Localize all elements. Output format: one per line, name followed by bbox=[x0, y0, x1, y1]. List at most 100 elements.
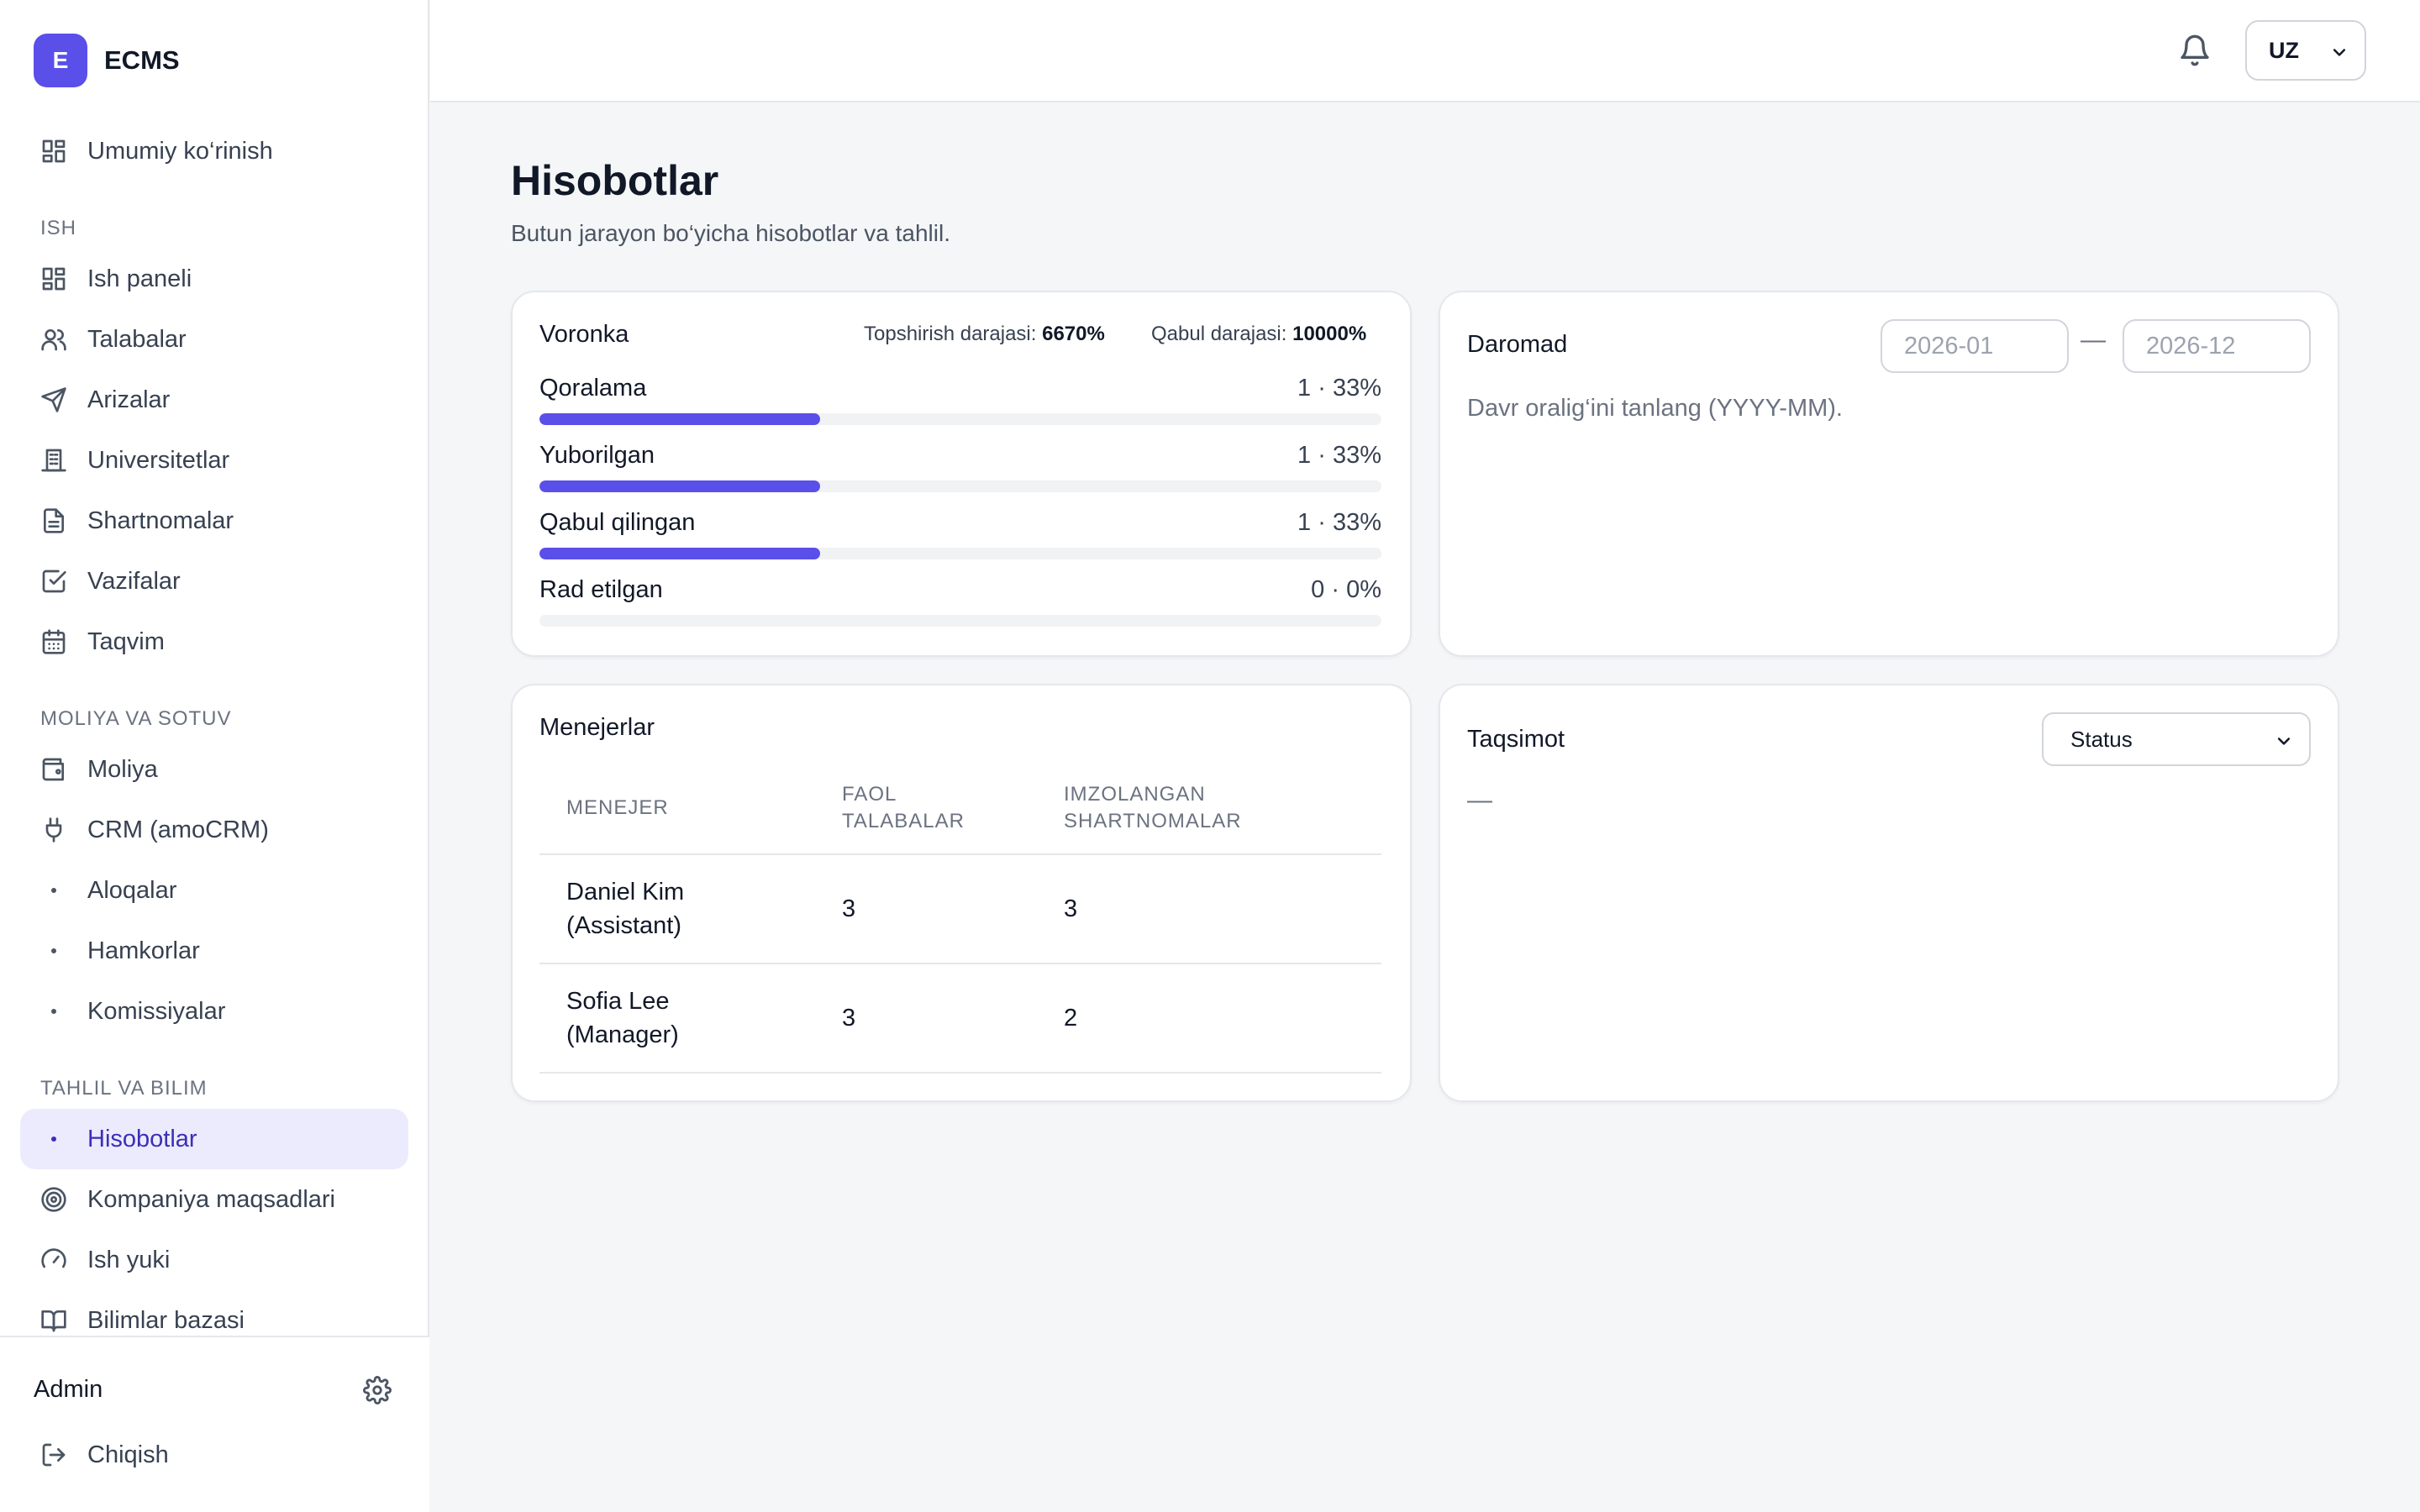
sidebar-item-crm[interactable]: CRM (amoCRM) bbox=[20, 800, 408, 860]
funnel-progress-fill bbox=[539, 413, 820, 425]
funnel-row-value: 1 · 33% bbox=[1297, 442, 1381, 469]
revenue-from-input[interactable]: 2026-01 bbox=[1881, 319, 2069, 373]
accept-rate-value: 10000% bbox=[1292, 323, 1367, 345]
section-label-work: ISH bbox=[40, 217, 77, 239]
sidebar-item-universities[interactable]: Universitetlar bbox=[20, 430, 408, 491]
grid-icon bbox=[40, 265, 67, 292]
brand-logo: E bbox=[34, 34, 87, 87]
funnel-progress-track bbox=[539, 480, 1381, 492]
sidebar-item-label: Aloqalar bbox=[87, 876, 177, 904]
revenue-hint: Davr oralig‘ini tanlang (YYYY-MM). bbox=[1467, 395, 1843, 422]
distribution-empty: — bbox=[1467, 786, 1492, 814]
funnel-progress-fill bbox=[539, 548, 820, 559]
table-header-signed-contracts: IMZOLANGAN SHARTNOMALAR bbox=[1064, 783, 1242, 832]
table-cell-manager: Sofia Lee (Manager) bbox=[566, 988, 679, 1048]
table-cell-active-students: 3 bbox=[842, 1005, 856, 1032]
page-subtitle: Butun jarayon bo‘yicha hisobotlar va tah… bbox=[511, 220, 950, 246]
language-value: UZ bbox=[2269, 37, 2299, 63]
sidebar-item-label: Bilimlar bazasi bbox=[87, 1306, 245, 1334]
sidebar-item-partners[interactable]: Hamkorlar bbox=[20, 921, 408, 981]
sidebar-item-label: Ish yuki bbox=[87, 1246, 171, 1273]
submit-rate-label: Topshirish darajasi: bbox=[864, 323, 1037, 345]
table-cell-signed-contracts: 2 bbox=[1064, 1005, 1078, 1032]
check-square-icon bbox=[40, 568, 67, 595]
date-range-separator: — bbox=[2081, 326, 2106, 354]
funnel-row-label: Qabul qilingan bbox=[539, 509, 696, 536]
sidebar-item-students[interactable]: Talabalar bbox=[20, 309, 408, 370]
sidebar-item-label: Hamkorlar bbox=[87, 937, 200, 964]
sidebar-item-label: Umumiy ko‘rinish bbox=[87, 137, 273, 165]
brand[interactable]: E ECMS bbox=[34, 34, 180, 87]
submit-rate: Topshirish darajasi: 6670% bbox=[864, 323, 1105, 346]
section-label-analysis: TAHLIL VA BILIM bbox=[40, 1077, 208, 1100]
table-header-manager: MENEJER bbox=[566, 796, 669, 819]
log-out-icon bbox=[40, 1441, 67, 1468]
dot-icon bbox=[40, 998, 67, 1025]
sidebar-item-commissions[interactable]: Komissiyalar bbox=[20, 981, 408, 1042]
sidebar: E ECMS Umumiy ko‘rinish ISH Ish paneli T… bbox=[0, 0, 429, 1512]
plug-icon bbox=[40, 816, 67, 843]
distribution-select[interactable]: Status bbox=[2042, 712, 2311, 766]
table-cell-manager: Daniel Kim (Assistant) bbox=[566, 879, 685, 939]
file-text-icon bbox=[40, 507, 67, 534]
sidebar-item-label: Universitetlar bbox=[87, 446, 230, 474]
sidebar-item-dashboard[interactable]: Ish paneli bbox=[20, 249, 408, 309]
target-icon bbox=[40, 1186, 67, 1213]
table-divider bbox=[539, 853, 1381, 855]
dot-icon bbox=[40, 937, 67, 964]
wallet-icon bbox=[40, 756, 67, 783]
funnel-row-label: Rad etilgan bbox=[539, 576, 663, 603]
calendar-icon bbox=[40, 628, 67, 655]
sidebar-item-label: Kompaniya maqsadlari bbox=[87, 1185, 335, 1213]
sidebar-item-calendar[interactable]: Taqvim bbox=[20, 612, 408, 672]
funnel-row-label: Qoralama bbox=[539, 375, 647, 402]
user-name: Admin bbox=[34, 1376, 103, 1403]
sidebar-item-contracts[interactable]: Shartnomalar bbox=[20, 491, 408, 551]
book-open-icon bbox=[40, 1307, 67, 1334]
revenue-title: Daromad bbox=[1467, 331, 1568, 358]
page-title: Hisobotlar bbox=[511, 157, 719, 204]
sidebar-item-label: Moliya bbox=[87, 755, 158, 783]
bell-icon[interactable] bbox=[2178, 32, 2212, 69]
funnel-row-label: Yuborilgan bbox=[539, 442, 655, 469]
sidebar-item-applications[interactable]: Arizalar bbox=[20, 370, 408, 430]
sidebar-footer: Admin Chiqish bbox=[0, 1336, 429, 1512]
sidebar-item-reports[interactable]: Hisobotlar bbox=[20, 1109, 408, 1169]
grid-icon bbox=[40, 138, 67, 165]
table-divider bbox=[539, 1072, 1381, 1074]
dot-icon bbox=[40, 877, 67, 904]
chevron-down-icon bbox=[2333, 49, 2346, 56]
topbar bbox=[430, 0, 2420, 102]
accept-rate-label: Qabul darajasi: bbox=[1151, 323, 1287, 345]
language-select[interactable]: UZ bbox=[2245, 20, 2366, 81]
sidebar-item-label: CRM (amoCRM) bbox=[87, 816, 269, 843]
logout-label: Chiqish bbox=[87, 1441, 169, 1468]
users-icon bbox=[40, 326, 67, 353]
submit-rate-value: 6670% bbox=[1042, 323, 1105, 345]
gear-icon[interactable] bbox=[363, 1376, 392, 1404]
funnel-progress-track bbox=[539, 615, 1381, 627]
sidebar-item-workload[interactable]: Ish yuki bbox=[20, 1230, 408, 1290]
sidebar-item-label: Taqvim bbox=[87, 627, 165, 655]
funnel-progress-track bbox=[539, 548, 1381, 559]
dot-icon bbox=[40, 1126, 67, 1152]
sidebar-item-finance[interactable]: Moliya bbox=[20, 739, 408, 800]
sidebar-item-label: Hisobotlar bbox=[87, 1125, 197, 1152]
sidebar-item-label: Komissiyalar bbox=[87, 997, 226, 1025]
sidebar-item-contacts[interactable]: Aloqalar bbox=[20, 860, 408, 921]
sidebar-item-tasks[interactable]: Vazifalar bbox=[20, 551, 408, 612]
sidebar-item-overview[interactable]: Umumiy ko‘rinish bbox=[20, 121, 408, 181]
table-header-active-students: FAOL TALABALAR bbox=[842, 783, 965, 832]
revenue-to-input[interactable]: 2026-12 bbox=[2123, 319, 2311, 373]
chevron-down-icon bbox=[2277, 738, 2291, 745]
funnel-row-value: 1 · 33% bbox=[1297, 375, 1381, 402]
funnel-row-value: 0 · 0% bbox=[1311, 576, 1381, 603]
funnel-row-value: 1 · 33% bbox=[1297, 509, 1381, 536]
gauge-icon bbox=[40, 1247, 67, 1273]
sidebar-item-label: Talabalar bbox=[87, 325, 187, 353]
funnel-row: Rad etilgan 0 · 0% bbox=[539, 576, 1381, 635]
sidebar-item-company-goals[interactable]: Kompaniya maqsadlari bbox=[20, 1169, 408, 1230]
sidebar-item-label: Ish paneli bbox=[87, 265, 192, 292]
funnel-row: Qabul qilingan 1 · 33% bbox=[539, 509, 1381, 568]
logout-button[interactable]: Chiqish bbox=[20, 1425, 408, 1485]
